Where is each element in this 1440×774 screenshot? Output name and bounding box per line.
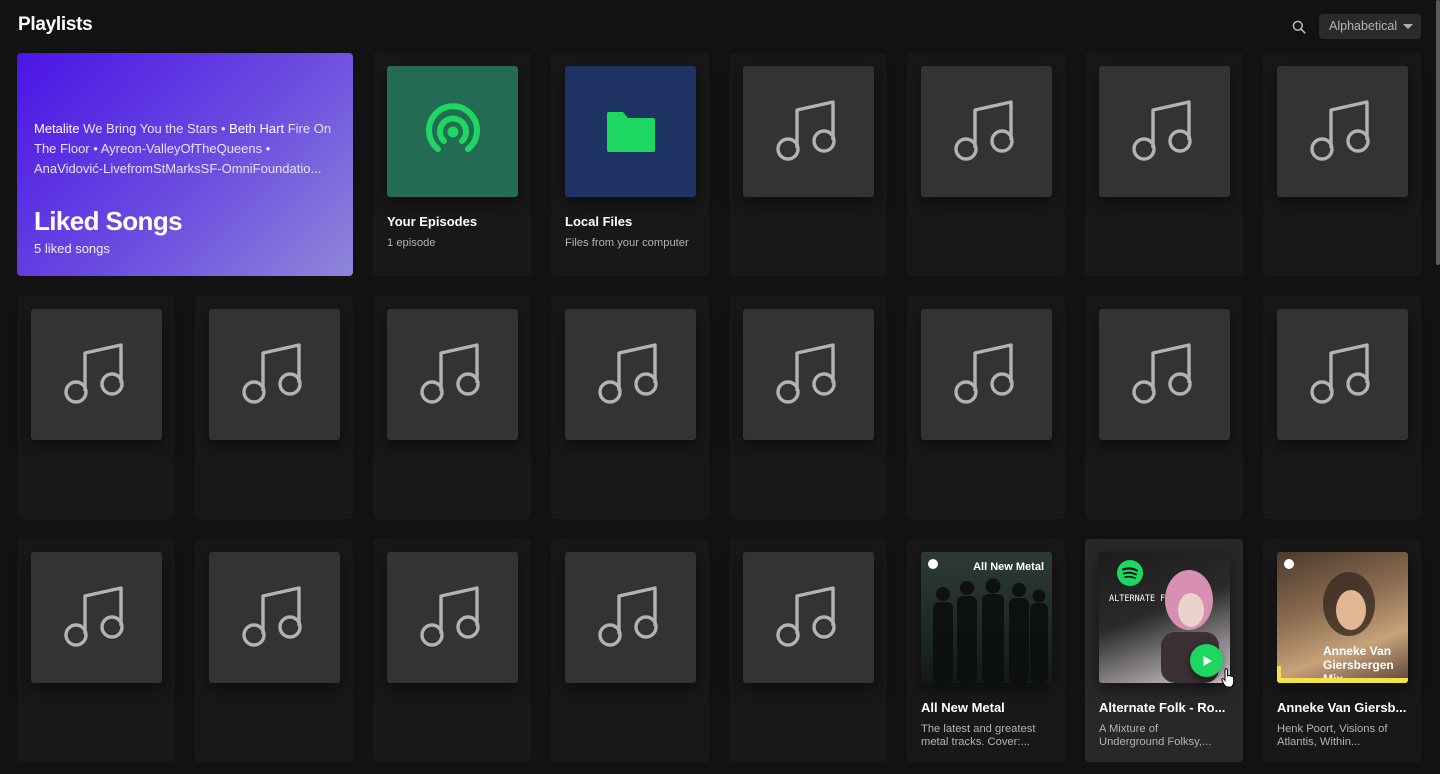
music-note-icon: [773, 582, 845, 654]
playlist-card[interactable]: [729, 296, 887, 519]
card-subtitle: Files from your computer: [565, 237, 689, 249]
card-subtitle: 1 episode: [387, 237, 436, 249]
search-icon: [1292, 20, 1306, 34]
music-note-icon: [773, 96, 845, 168]
card-cover: [1099, 309, 1230, 440]
card-subtitle: Henk Poort, Visions of Atlantis, Within.…: [1277, 723, 1388, 748]
scrollbar[interactable]: [1436, 0, 1440, 265]
preview-song: We Bring You the Stars: [83, 121, 218, 136]
playlist-card-your-episodes[interactable]: Your Episodes 1 episode: [373, 53, 531, 276]
playlist-card[interactable]: [373, 296, 531, 519]
header: Playlists Alphabetical: [0, 0, 1440, 53]
caret-down-icon: [1403, 24, 1413, 29]
card-cover: [743, 66, 874, 197]
liked-songs-preview: Metalite We Bring You the Stars • Beth H…: [34, 119, 340, 179]
card-subtitle: The latest and greatest metal tracks. Co…: [921, 723, 1036, 748]
music-note-icon: [951, 96, 1023, 168]
sort-dropdown-label: Alphabetical: [1329, 19, 1398, 33]
playlist-card-anneke-van-giersbergen-mix[interactable]: Anneke Van Giersbergen Mix Anneke Van Gi…: [1263, 539, 1421, 762]
playlist-card[interactable]: [551, 539, 709, 762]
music-note-icon: [595, 339, 667, 411]
card-cover: [1277, 309, 1408, 440]
card-cover: [743, 309, 874, 440]
card-cover: [921, 66, 1052, 197]
card-subtitle: A Mixture of Underground Folksy,...: [1099, 723, 1212, 748]
play-button[interactable]: [1190, 644, 1223, 677]
playlist-card[interactable]: [1085, 53, 1243, 276]
page-title: Playlists: [18, 14, 93, 35]
music-note-icon: [239, 339, 311, 411]
music-note-icon: [951, 339, 1023, 411]
card-cover: [565, 309, 696, 440]
card-cover: [565, 66, 696, 197]
card-cover: All New Metal: [921, 552, 1052, 683]
cover-accent-bar: [1277, 666, 1281, 678]
preview-separator: •: [220, 121, 226, 136]
liked-songs-title: Liked Songs: [34, 206, 183, 236]
card-title: Your Episodes: [387, 214, 478, 229]
hand-cursor-icon: [1221, 668, 1235, 688]
music-note-icon: [61, 339, 133, 411]
playlist-card[interactable]: [907, 53, 1065, 276]
music-note-icon: [61, 582, 133, 654]
playlist-card[interactable]: [1263, 53, 1421, 276]
preview-song: AnaVidović-LivefromStMarksSF-OmniFoundat…: [34, 161, 322, 176]
card-cover: [209, 309, 340, 440]
liked-songs-count: 5 liked songs: [34, 241, 110, 256]
card-title: Local Files: [565, 214, 633, 229]
playlist-card-local-files[interactable]: Local Files Files from your computer: [551, 53, 709, 276]
card-cover: [387, 66, 518, 197]
play-icon: [1203, 655, 1212, 666]
preview-artist: Beth Hart: [229, 121, 285, 136]
band-photo-illustration: [933, 578, 1048, 683]
podcast-icon: [425, 102, 480, 152]
card-cover: [387, 309, 518, 440]
card-cover: [921, 309, 1052, 440]
card-cover: [743, 552, 874, 683]
liked-songs-card[interactable]: Metalite We Bring You the Stars • Beth H…: [17, 53, 353, 276]
playlist-card[interactable]: [195, 296, 353, 519]
card-cover: Anneke Van Giersbergen Mix: [1277, 552, 1408, 683]
card-cover: [1277, 66, 1408, 197]
card-title: Anneke Van Giersb...: [1277, 700, 1407, 715]
playlist-card[interactable]: [907, 296, 1065, 519]
playlist-card[interactable]: [195, 539, 353, 762]
card-cover: [387, 552, 518, 683]
music-note-icon: [417, 582, 489, 654]
preview-separator: •: [93, 141, 98, 156]
music-note-icon: [417, 339, 489, 411]
preview-song: Ayreon-ValleyOfTheQueens: [100, 141, 263, 156]
sort-dropdown[interactable]: Alphabetical: [1319, 14, 1421, 39]
playlist-card[interactable]: [729, 53, 887, 276]
music-note-icon: [1129, 96, 1201, 168]
music-note-icon: [1129, 339, 1201, 411]
playlist-card[interactable]: [551, 296, 709, 519]
preview-artist: Metalite: [34, 121, 80, 136]
card-title: All New Metal: [921, 700, 1005, 715]
music-note-icon: [239, 582, 311, 654]
playlist-card[interactable]: [1085, 296, 1243, 519]
card-cover: [209, 552, 340, 683]
search-button[interactable]: [1288, 16, 1310, 38]
playlist-card-all-new-metal[interactable]: All New Metal All New Metal The latest a…: [907, 539, 1065, 762]
music-note-icon: [595, 582, 667, 654]
card-cover: [31, 552, 162, 683]
card-cover: [31, 309, 162, 440]
folder-icon: [606, 111, 655, 152]
music-note-icon: [773, 339, 845, 411]
cover-accent-bar: [1277, 678, 1408, 683]
playlist-card[interactable]: [17, 539, 175, 762]
preview-separator: •: [265, 141, 271, 156]
card-cover: [1099, 66, 1230, 197]
playlist-card[interactable]: [373, 539, 531, 762]
playlist-card[interactable]: [17, 296, 175, 519]
playlist-card[interactable]: [1263, 296, 1421, 519]
card-title: Alternate Folk - Ro...: [1099, 700, 1226, 715]
card-cover: [565, 552, 696, 683]
music-note-icon: [1307, 96, 1379, 168]
music-note-icon: [1307, 339, 1379, 411]
playlist-card[interactable]: [729, 539, 887, 762]
